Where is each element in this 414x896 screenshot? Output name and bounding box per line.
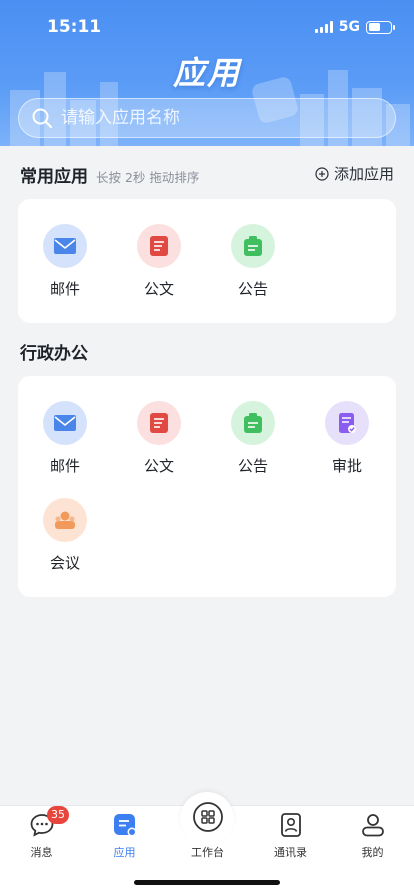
tab-label: 工作台 [191, 846, 224, 859]
tab-messages[interactable]: 35 消息 [0, 806, 83, 866]
common-section-header: 常用应用 长按 2秒 拖动排序 [20, 162, 199, 187]
home-indicator [134, 880, 280, 885]
app-label: 公文 [143, 457, 174, 475]
app-document[interactable]: 公文 [112, 224, 206, 312]
mail-icon [43, 401, 87, 445]
page-title: 应用 [172, 54, 241, 92]
tab-contacts[interactable]: 通讯录 [249, 806, 332, 866]
tab-apps[interactable]: 应用 [83, 806, 166, 866]
profile-icon [361, 814, 384, 837]
app-notice[interactable]: 公告 [206, 224, 300, 312]
status-time: 15:11 [47, 17, 102, 37]
app-document[interactable]: 公文 [112, 401, 206, 489]
app-label: 公告 [237, 280, 268, 298]
add-app-label: 添加应用 [333, 165, 394, 183]
add-app-button[interactable]: 添加应用 [315, 163, 394, 184]
mail-icon [43, 224, 87, 268]
search-icon [32, 108, 53, 129]
admin-section-title: 行政办公 [20, 344, 88, 364]
app-label: 公告 [237, 457, 268, 475]
header-banner: 15:11 5G 应用 [0, 0, 414, 146]
add-circle-icon [315, 166, 329, 181]
unread-badge: 35 [47, 806, 69, 824]
app-approval[interactable]: 审批 [300, 401, 394, 489]
search-bar[interactable] [18, 98, 396, 138]
network-type: 5G [338, 19, 360, 35]
tab-profile[interactable]: 我的 [331, 806, 414, 866]
workbench-icon [192, 802, 223, 832]
meeting-icon [43, 498, 87, 542]
app-meeting[interactable]: 会议 [18, 498, 112, 586]
search-input[interactable] [61, 108, 395, 128]
app-notice[interactable]: 公告 [206, 401, 300, 489]
app-mail[interactable]: 邮件 [18, 224, 112, 312]
tab-label: 我的 [361, 846, 384, 859]
signal-icon [314, 21, 333, 33]
admin-section-header: 行政办公 [20, 339, 88, 364]
app-label: 审批 [331, 457, 362, 475]
app-label: 公文 [143, 280, 174, 298]
admin-apps-card: 邮件 公文 公告 审批 会议 [18, 376, 396, 597]
app-icon [113, 814, 136, 837]
tab-label: 消息 [30, 846, 53, 859]
common-section-hint: 长按 2秒 拖动排序 [96, 170, 200, 185]
common-apps-card: 邮件 公文 公告 [18, 199, 396, 323]
app-mail[interactable]: 邮件 [18, 401, 112, 489]
app-label: 邮件 [49, 457, 80, 475]
common-section-title: 常用应用 [20, 167, 88, 187]
tab-label: 通讯录 [274, 846, 307, 859]
tab-workbench[interactable]: 工作台 [166, 802, 249, 866]
approval-icon [325, 401, 369, 445]
document-icon [137, 224, 181, 268]
tab-label: 应用 [113, 846, 136, 859]
contacts-icon [280, 813, 301, 837]
document-icon [137, 401, 181, 445]
notice-icon [231, 224, 275, 268]
battery-icon [366, 20, 395, 34]
app-label: 会议 [49, 554, 80, 572]
notice-icon [231, 401, 275, 445]
app-label: 邮件 [49, 280, 80, 298]
status-bar: 15:11 5G [0, 0, 414, 54]
